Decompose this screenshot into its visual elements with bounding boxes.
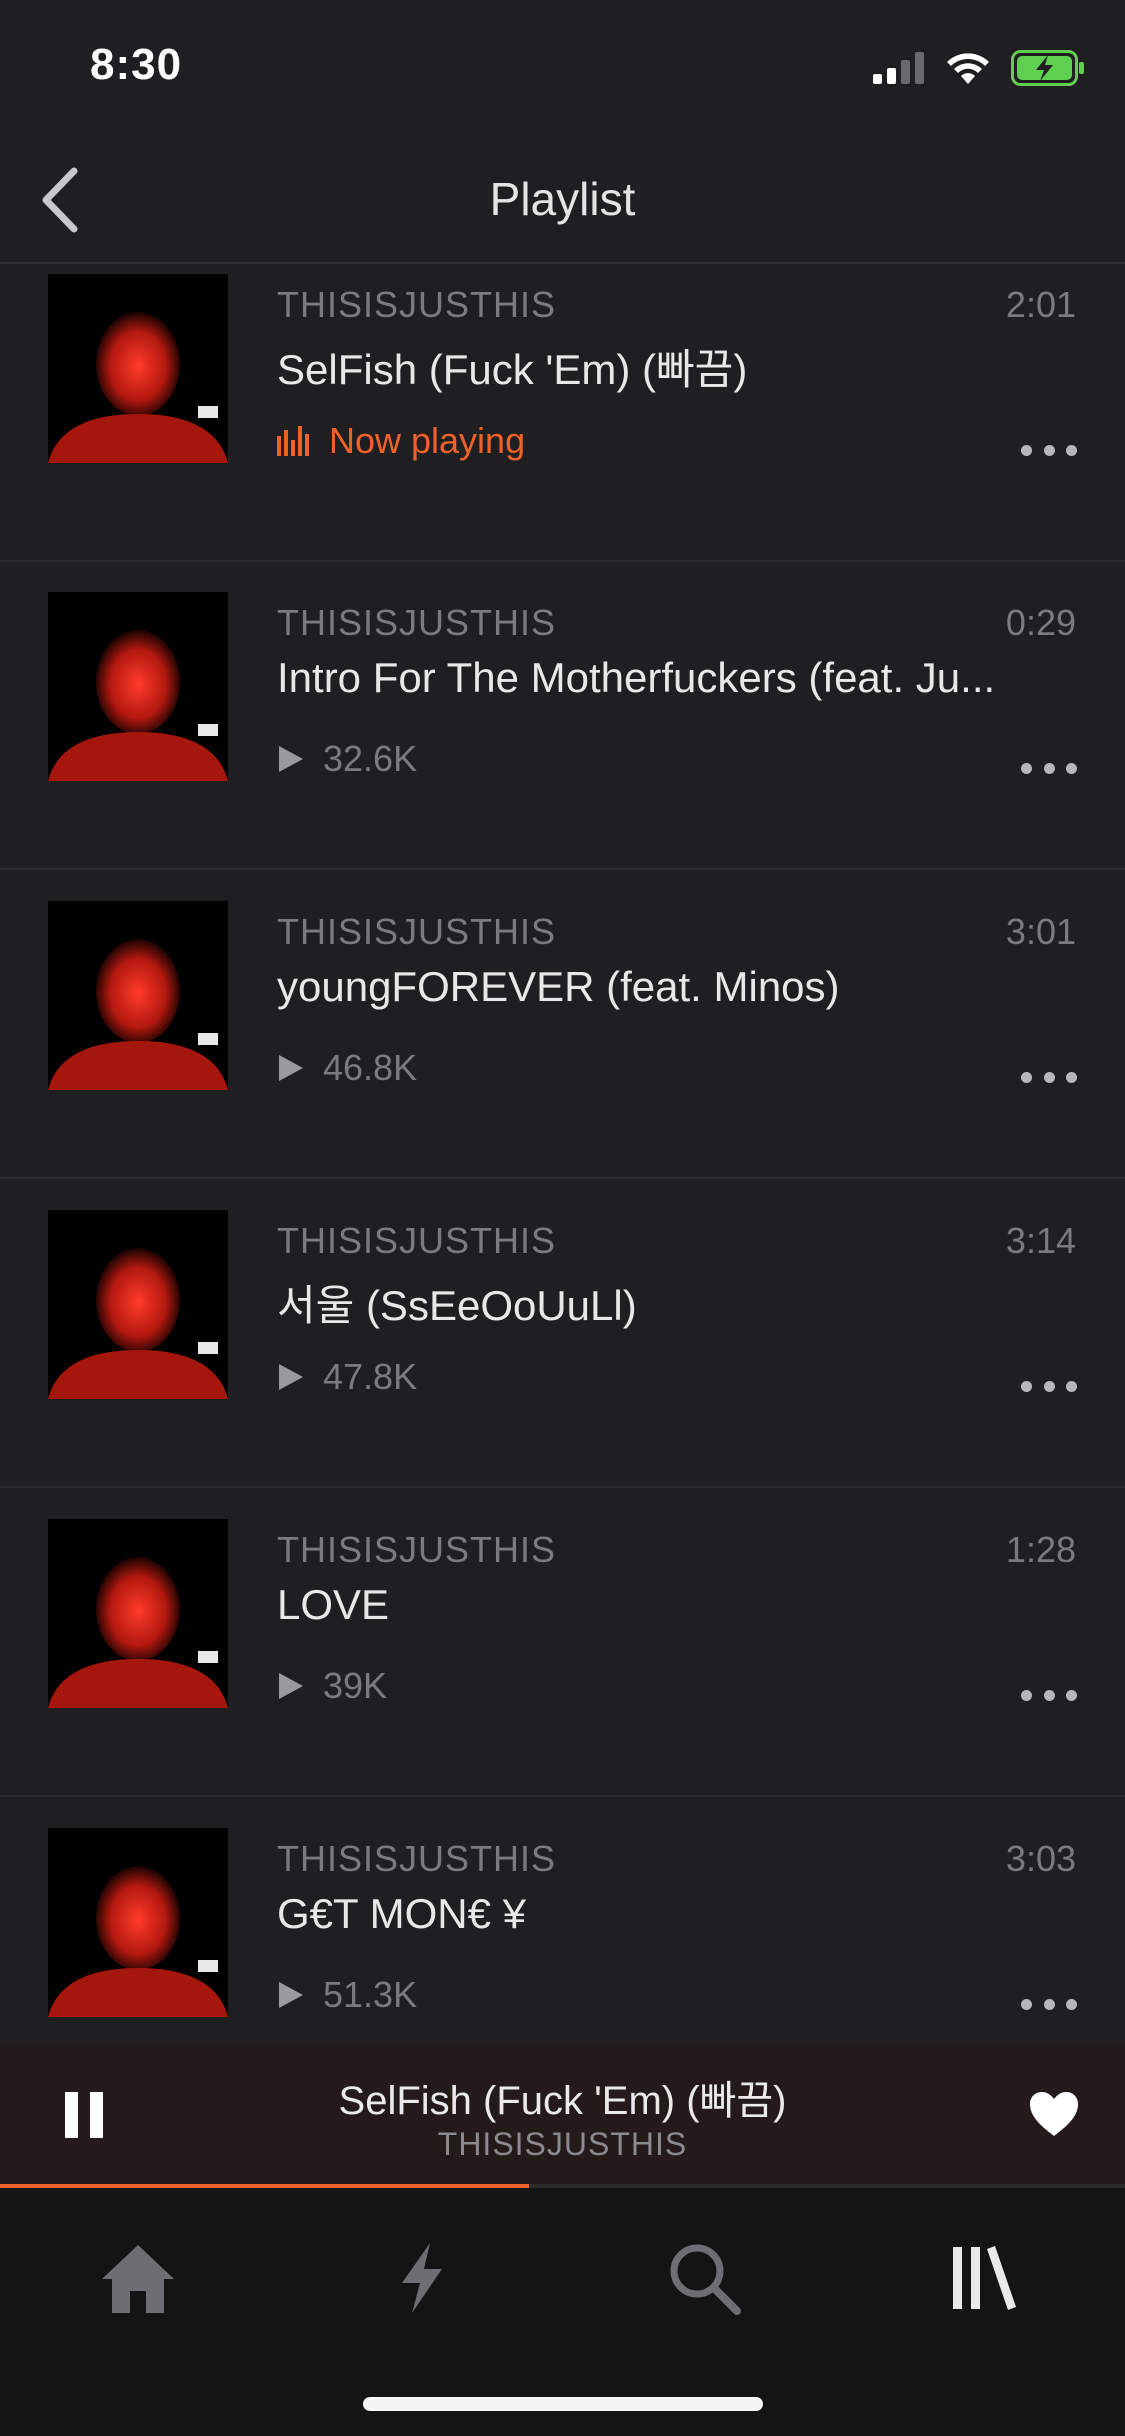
battery-charging-icon [1011,50,1084,86]
play-count-value: 47.8K [323,1356,418,1397]
play-count: 46.8K [277,1047,417,1089]
navigation-bar: Playlist [0,140,1125,264]
now-playing-label: Now playing [329,420,526,461]
track-row[interactable]: THISISJUSTHIS 0:29 Intro For The Motherf… [0,562,1125,870]
status-icons [873,48,1085,88]
more-options-button[interactable] [1021,430,1077,470]
more-options-button[interactable] [1021,1366,1077,1406]
equalizer-icon [277,426,309,456]
mini-player-title: SelFish (Fuck 'Em) (빠끔) [338,2079,787,2123]
track-artist: THISISJUSTHIS [277,1220,557,1261]
more-options-button[interactable] [1021,1675,1077,1715]
home-indicator [363,2397,763,2411]
album-art [48,901,228,1090]
mini-player-artist: THISISJUSTHIS [437,2126,688,2162]
mini-player[interactable]: SelFish (Fuck 'Em) (빠끔) THISISJUSTHIS [0,2044,1125,2186]
track-row[interactable]: THISISJUSTHIS 1:28 LOVE 39K [0,1489,1125,1797]
album-art [48,1519,228,1708]
track-row[interactable]: THISISJUSTHIS 2:01 SelFish (Fuck 'Em) (빠… [0,264,1125,562]
track-title: LOVE [277,1581,390,1628]
cellular-signal-icon [873,52,924,84]
album-art [48,1828,228,2017]
track-artist: THISISJUSTHIS [277,284,557,325]
page-title: Playlist [489,173,636,225]
more-options-button[interactable] [1021,748,1077,788]
tab-stream[interactable] [372,2228,472,2328]
like-button[interactable] [1028,2090,1080,2138]
track-artist: THISISJUSTHIS [277,911,557,952]
play-icon [279,1982,303,2008]
track-duration: 3:03 [1005,1838,1076,1879]
play-count: 39K [277,1665,387,1707]
track-title: 서울 (SsEeOoUuLl) [277,1282,637,1329]
play-count-value: 39K [323,1665,388,1706]
track-title: SelFish (Fuck 'Em) (빠끔) [277,346,748,393]
track-list[interactable]: THISISJUSTHIS 2:01 SelFish (Fuck 'Em) (빠… [0,264,1125,2044]
track-title: youngFOREVER (feat. Minos) [277,963,840,1010]
play-count-value: 32.6K [323,738,418,779]
track-row[interactable]: THISISJUSTHIS 3:03 G€T MON€ ¥ 51.3K [0,1798,1125,2044]
album-art [48,1210,228,1399]
track-row[interactable]: THISISJUSTHIS 3:01 youngFOREVER (feat. M… [0,871,1125,1179]
wifi-icon [947,53,989,84]
album-art [48,592,228,781]
more-options-button[interactable] [1021,1057,1077,1097]
more-options-button[interactable] [1021,1984,1077,2024]
play-count-value: 51.3K [323,1974,418,2015]
play-icon [279,746,303,772]
status-bar: 8:30 [0,0,1125,140]
track-duration: 3:14 [1005,1220,1076,1261]
library-icon [953,2246,1016,2310]
play-icon [279,1673,303,1699]
heart-icon [1030,2092,1078,2136]
track-duration: 3:01 [1005,911,1076,952]
tab-search[interactable] [654,2228,754,2328]
track-title: Intro For The Motherfuckers (feat. Ju... [277,654,996,701]
track-title: G€T MON€ ¥ [277,1890,526,1937]
status-time: 8:30 [90,40,183,89]
track-artist: THISISJUSTHIS [277,1838,557,1879]
tab-library[interactable] [934,2228,1034,2328]
tab-home[interactable] [88,2228,188,2328]
play-icon [279,1364,303,1390]
album-art [48,274,228,463]
play-count: 51.3K [277,1974,417,2016]
search-icon [670,2244,741,2315]
play-count-value: 46.8K [323,1047,418,1088]
lightning-icon [402,2243,442,2313]
track-artist: THISISJUSTHIS [277,602,557,643]
track-duration: 0:29 [1005,602,1076,643]
play-count: 47.8K [277,1356,417,1398]
play-icon [279,1055,303,1081]
track-row[interactable]: THISISJUSTHIS 3:14 서울 (SsEeOoUuLl) 47.8K [0,1180,1125,1488]
track-artist: THISISJUSTHIS [277,1529,557,1570]
track-duration: 2:01 [1005,284,1076,325]
home-icon [102,2245,174,2313]
now-playing-indicator: Now playing [277,420,525,462]
play-count: 32.6K [277,738,417,780]
track-duration: 1:28 [1005,1529,1076,1570]
